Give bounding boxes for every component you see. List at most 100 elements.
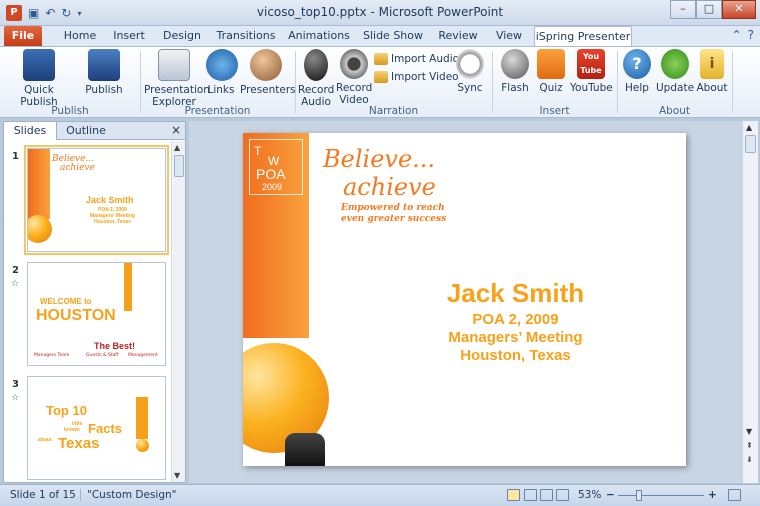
current-slide[interactable]: T W POA 2009 Believe... achieve Empowere… — [243, 133, 686, 466]
update-icon — [661, 49, 689, 79]
zoom-level[interactable]: 53% — [578, 489, 601, 501]
presenters-icon — [250, 49, 282, 81]
tab-ispring-presenter[interactable]: iSpring Presenter — [534, 26, 632, 46]
import-video-button[interactable]: Import Video — [374, 69, 459, 85]
next-slide-icon[interactable]: ⇟ — [746, 455, 753, 464]
people-photo — [285, 433, 325, 466]
slide-scrollbar[interactable]: ▲ ▼ ⇞ ⇟ — [742, 121, 758, 483]
quiz-button[interactable]: Quiz — [536, 49, 566, 94]
zoom-slider[interactable] — [618, 495, 704, 496]
status-bar: Slide 1 of 15 "Custom Design" 53% − + — [0, 484, 760, 506]
tab-home[interactable]: Home — [58, 26, 102, 46]
scroll-up-icon[interactable]: ▲ — [174, 143, 180, 152]
slides-pane: Slides Outline × 1 Believe... achieve Ja… — [3, 121, 186, 483]
tab-slide-show[interactable]: Slide Show — [362, 26, 424, 46]
zoom-slider-thumb[interactable] — [636, 490, 642, 501]
scroll-thumb[interactable] — [745, 135, 756, 153]
quick-publish-icon — [23, 49, 55, 81]
slide-subtitle-1: POA 2, 2009 — [472, 311, 559, 328]
flash-icon — [501, 49, 529, 79]
sync-button[interactable]: Sync — [455, 49, 485, 94]
about-info-icon: i — [700, 49, 724, 79]
slide-show-icon[interactable] — [556, 489, 569, 501]
flash-button[interactable]: Flash — [498, 49, 532, 94]
slide-editing-area: T W POA 2009 Believe... achieve Empowere… — [189, 121, 742, 483]
zoom-in-button[interactable]: + — [708, 489, 717, 501]
scroll-down-icon[interactable]: ▼ — [174, 471, 180, 480]
youtube-button[interactable]: You Tube YouTube — [570, 49, 613, 94]
slide-sorter-icon[interactable] — [524, 489, 537, 501]
webcam-icon — [340, 49, 368, 79]
slide-subtitle-3: Houston, Texas — [460, 347, 571, 364]
animation-star-icon: ☆ — [11, 393, 20, 403]
close-pane-icon[interactable]: × — [171, 123, 181, 137]
group-label-insert: Insert — [539, 105, 570, 117]
tab-transitions[interactable]: Transitions — [216, 26, 276, 46]
tab-design[interactable]: Design — [160, 26, 204, 46]
slide-thumbnail-2[interactable]: WELCOME to HOUSTON The Best! Managers Te… — [27, 262, 166, 366]
achieve-text: achieve — [343, 173, 436, 201]
import-audio-button[interactable]: Import Audio — [374, 51, 459, 67]
slide-number: 2 — [12, 265, 19, 276]
group-label-publish: Publish — [51, 105, 89, 117]
tab-file[interactable]: File — [4, 26, 42, 46]
animation-star-icon: ☆ — [11, 279, 20, 289]
group-label-about: About — [658, 105, 691, 117]
tagline-1: Empowered to reach — [341, 203, 445, 213]
slide-number: 3 — [12, 379, 19, 390]
normal-view-icon[interactable] — [507, 489, 520, 501]
tab-view[interactable]: View — [490, 26, 528, 46]
window-title: vicoso_top10.pptx - Microsoft PowerPoint — [256, 5, 504, 19]
tab-slides[interactable]: Slides — [4, 122, 57, 140]
fit-to-window-icon[interactable] — [728, 489, 741, 501]
group-label-presentation: Presentation — [184, 105, 251, 117]
publish-button[interactable]: Publish — [84, 49, 124, 96]
tab-animations[interactable]: Animations — [287, 26, 351, 46]
import-video-icon — [374, 71, 388, 83]
quick-publish-button[interactable]: Quick Publish — [6, 49, 72, 108]
help-button[interactable]: ? Help — [622, 49, 652, 94]
zoom-out-button[interactable]: − — [606, 489, 615, 501]
quiz-icon — [537, 49, 565, 79]
group-label-narration: Narration — [368, 105, 419, 117]
record-video-button[interactable]: Record Video — [336, 49, 372, 106]
slide-thumbnail-3[interactable]: Top 10 little known Facts about Texas — [27, 376, 166, 480]
update-button[interactable]: Update — [656, 49, 694, 94]
ribbon-collapse-icon[interactable]: ⌃ — [732, 28, 742, 42]
reading-view-icon[interactable] — [540, 489, 553, 501]
tab-review[interactable]: Review — [436, 26, 480, 46]
slide-number: 1 — [12, 151, 19, 162]
maximize-button[interactable]: □ — [696, 0, 722, 19]
slide-thumbnails: 1 Believe... achieve Jack Smith POA 2, 2… — [4, 141, 172, 482]
tab-outline[interactable]: Outline — [57, 122, 115, 140]
slide-position: Slide 1 of 15 — [10, 489, 76, 501]
tab-insert[interactable]: Insert — [109, 26, 149, 46]
twpoa-logo: T W POA 2009 — [249, 139, 303, 195]
title-bar: P ▣ ↶ ↻ ▾ vicoso_top10.pptx - Microsoft … — [0, 0, 760, 26]
close-button[interactable]: ✕ — [722, 0, 756, 19]
slide-title: Jack Smith — [446, 278, 585, 308]
believe-text: Believe... — [323, 145, 436, 173]
presentation-explorer-button[interactable]: Presentation Explorer — [144, 49, 210, 108]
stopwatch-icon — [456, 49, 484, 79]
presentation-explorer-icon — [158, 49, 190, 81]
microphone-icon — [304, 49, 328, 81]
record-audio-button[interactable]: Record Audio — [298, 49, 334, 108]
theme-name: "Custom Design" — [80, 489, 176, 501]
previous-slide-icon[interactable]: ⇞ — [746, 441, 753, 450]
scroll-thumb[interactable] — [174, 155, 184, 177]
slide-thumbnail-1[interactable]: Believe... achieve Jack Smith POA 2, 200… — [24, 145, 169, 255]
slide-subtitle-2: Managers’ Meeting — [448, 329, 583, 346]
help-icon[interactable]: ? — [748, 28, 754, 42]
ribbon: Quick Publish Publish Publish Presentati… — [0, 46, 760, 118]
scroll-up-icon[interactable]: ▲ — [746, 123, 752, 132]
import-audio-icon — [374, 53, 388, 65]
tagline-2: even greater success — [341, 214, 447, 224]
about-button[interactable]: i About — [696, 49, 728, 94]
scroll-down-icon[interactable]: ▼ — [746, 427, 752, 436]
links-button[interactable]: Links — [206, 49, 238, 96]
thumbnails-scrollbar[interactable]: ▲ ▼ — [171, 141, 185, 482]
links-icon — [206, 49, 238, 81]
minimize-button[interactable]: – — [670, 0, 696, 19]
presenters-button[interactable]: Presenters — [240, 49, 296, 96]
